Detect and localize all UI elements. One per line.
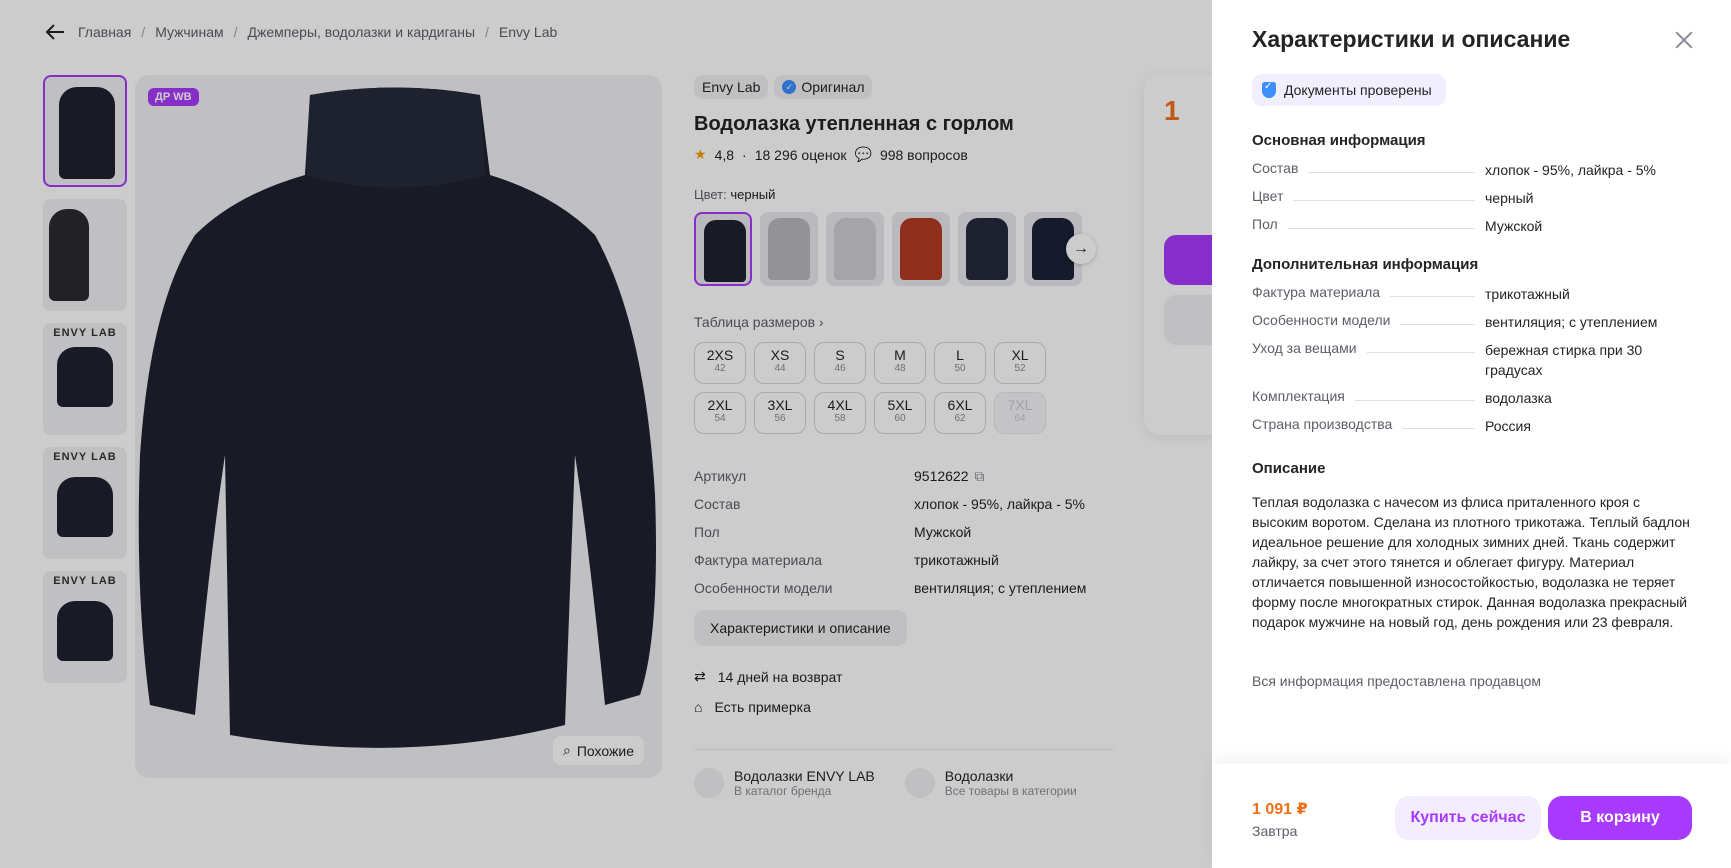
extra-info-heading: Дополнительная информация xyxy=(1252,256,1479,273)
delivery-date: Завтра xyxy=(1252,823,1298,839)
shield-check-icon xyxy=(1262,81,1276,98)
spec-row: Уход за вещами бережная стирка при 30 гра… xyxy=(1252,340,1643,378)
footer-price: 1 091 ₽ xyxy=(1252,801,1308,818)
spec-row: Фактура материала трикотажный xyxy=(1252,284,1570,302)
buy-now-button[interactable]: Купить сейчас xyxy=(1395,796,1541,840)
spec-row: Пол Мужской xyxy=(1252,216,1543,234)
drawer-footer: 1 091 ₽ Завтра Купить сейчас В корзину xyxy=(1212,764,1731,868)
spec-row: Цвет черный xyxy=(1252,188,1534,206)
description-text: Теплая водолазка с начесом из флиса прит… xyxy=(1252,494,1690,630)
docs-verified-badge[interactable]: Документы проверены xyxy=(1252,74,1446,106)
dim-overlay[interactable] xyxy=(0,0,1212,868)
spec-row: Комплектация водолазка xyxy=(1252,388,1552,406)
spec-row: Страна производства Россия xyxy=(1252,416,1531,434)
characteristics-drawer: Характеристики и описание Документы пров… xyxy=(1212,0,1731,868)
close-icon[interactable] xyxy=(1672,28,1696,52)
main-info-heading: Основная информация xyxy=(1252,132,1426,149)
seller-note: Вся информация предоставлена продавцом xyxy=(1252,673,1542,689)
spec-row: Особенности модели вентиляция; с утеплени… xyxy=(1252,312,1658,330)
description-heading: Описание xyxy=(1252,460,1326,477)
drawer-title: Характеристики и описание xyxy=(1252,26,1571,52)
spec-row: Состав хлопок - 95%, лайкра - 5% xyxy=(1252,160,1656,178)
add-to-cart-button[interactable]: В корзину xyxy=(1548,796,1692,840)
